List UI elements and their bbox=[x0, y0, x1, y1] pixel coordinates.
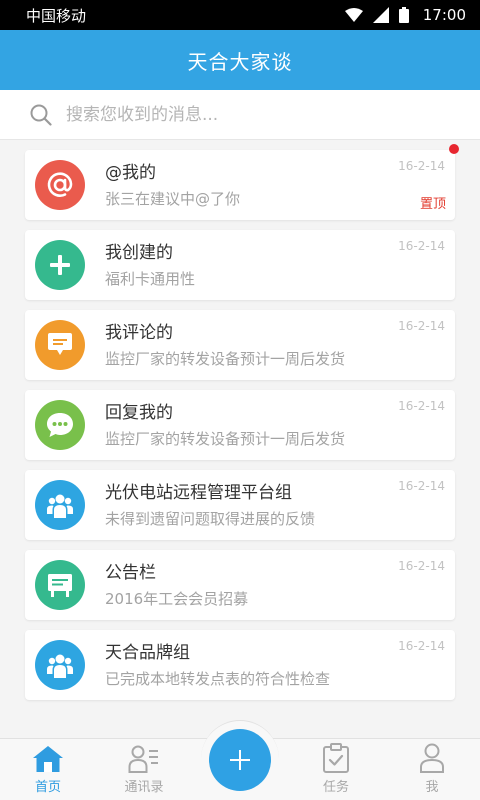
unread-dot bbox=[449, 144, 459, 154]
message-date: 16-2-14 bbox=[398, 639, 445, 653]
message-item-my-comments[interactable]: 我评论的 监控厂家的转发设备预计一周后发货 16-2-14 bbox=[25, 310, 455, 380]
plus-icon bbox=[50, 255, 70, 275]
message-title: @我的 bbox=[105, 162, 156, 183]
message-date: 16-2-14 bbox=[398, 319, 445, 333]
message-preview: 福利卡通用性 bbox=[105, 269, 196, 288]
group-icon bbox=[47, 494, 73, 518]
person-icon bbox=[420, 743, 444, 773]
plus-icon bbox=[230, 749, 250, 770]
comment-icon bbox=[48, 333, 72, 355]
message-title: 天合品牌组 bbox=[105, 642, 190, 663]
task-clipboard-icon bbox=[323, 743, 349, 773]
group-icon bbox=[47, 654, 73, 678]
wifi-icon bbox=[344, 8, 363, 22]
message-texts: 我评论的 监控厂家的转发设备预计一周后发货 bbox=[105, 322, 345, 369]
battery-icon bbox=[398, 7, 409, 23]
carrier-label: 中国移动 bbox=[26, 6, 87, 25]
tab-tasks[interactable]: 任务 bbox=[288, 739, 384, 800]
message-preview: 2016年工会会员招募 bbox=[105, 589, 249, 608]
message-item-my-created[interactable]: 我创建的 福利卡通用性 16-2-14 bbox=[25, 230, 455, 300]
at-icon bbox=[47, 172, 73, 197]
tab-contacts[interactable]: 通讯录 bbox=[96, 739, 192, 800]
tab-label: 我 bbox=[425, 780, 439, 795]
message-avatar bbox=[35, 320, 85, 370]
signal-icon bbox=[372, 7, 389, 23]
message-date: 16-2-14 bbox=[398, 159, 445, 173]
search-icon bbox=[30, 104, 52, 126]
message-item-replies-to-me[interactable]: 回复我的 监控厂家的转发设备预计一周后发货 16-2-14 bbox=[25, 390, 455, 460]
message-avatar bbox=[35, 160, 85, 210]
message-texts: 光伏电站远程管理平台组 未得到遗留问题取得进展的反馈 bbox=[105, 482, 315, 529]
message-texts: 我创建的 福利卡通用性 bbox=[105, 242, 195, 289]
message-date: 16-2-14 bbox=[398, 559, 445, 573]
page-title: 天合大家谈 bbox=[187, 49, 293, 74]
message-texts: 回复我的 监控厂家的转发设备预计一周后发货 bbox=[105, 402, 345, 449]
message-title: 我评论的 bbox=[105, 322, 173, 343]
status-right: 17:00 bbox=[344, 6, 466, 24]
message-item-brand-group[interactable]: 天合品牌组 已完成本地转发点表的符合性检查 16-2-14 bbox=[25, 630, 455, 700]
message-title: 我创建的 bbox=[105, 242, 173, 263]
message-preview: 监控厂家的转发设备预计一周后发货 bbox=[105, 429, 346, 448]
contacts-icon bbox=[128, 745, 158, 773]
search-bar[interactable] bbox=[0, 90, 480, 140]
compose-fab-button[interactable] bbox=[209, 728, 271, 791]
message-preview: 已完成本地转发点表的符合性检查 bbox=[105, 669, 331, 688]
message-date: 16-2-14 bbox=[398, 239, 445, 253]
bottom-tab-bar: 首页 通讯录 任务 我 bbox=[0, 720, 480, 800]
tab-label: 首页 bbox=[34, 780, 61, 795]
chat-bubble-icon bbox=[47, 413, 73, 437]
message-avatar bbox=[35, 400, 85, 450]
status-bar: 中国移动 17:00 bbox=[0, 0, 480, 30]
app-header: 天合大家谈 bbox=[0, 30, 480, 90]
message-avatar bbox=[35, 240, 85, 290]
tab-home[interactable]: 首页 bbox=[0, 739, 96, 800]
fab-container bbox=[201, 720, 279, 798]
message-item-pv-station-group[interactable]: 光伏电站远程管理平台组 未得到遗留问题取得进展的反馈 16-2-14 bbox=[25, 470, 455, 540]
message-item-at-me[interactable]: @我的 张三在建议中@了你 16-2-14 置顶 bbox=[25, 144, 459, 220]
message-avatar bbox=[35, 560, 85, 610]
pinned-label: 置顶 bbox=[419, 197, 446, 212]
message-title: 公告栏 bbox=[105, 562, 156, 583]
clock: 17:00 bbox=[422, 6, 466, 24]
status-icons bbox=[344, 7, 409, 23]
message-avatar bbox=[35, 480, 85, 530]
search-input[interactable] bbox=[66, 104, 446, 125]
message-list: @我的 张三在建议中@了你 16-2-14 置顶 我创建的 福利卡通用性 16-… bbox=[0, 140, 480, 700]
message-date: 16-2-14 bbox=[398, 479, 445, 493]
home-icon bbox=[33, 746, 63, 772]
message-preview: 未得到遗留问题取得进展的反馈 bbox=[105, 509, 316, 528]
message-title: 回复我的 bbox=[105, 402, 173, 423]
message-preview: 张三在建议中@了你 bbox=[105, 189, 241, 208]
bulletin-board-icon bbox=[48, 574, 72, 597]
tab-label: 任务 bbox=[322, 780, 349, 795]
message-preview: 监控厂家的转发设备预计一周后发货 bbox=[105, 349, 346, 368]
message-date: 16-2-14 bbox=[398, 399, 445, 413]
message-texts: @我的 张三在建议中@了你 bbox=[105, 162, 240, 209]
message-item-bulletin-board[interactable]: 公告栏 2016年工会会员招募 16-2-14 bbox=[25, 550, 455, 620]
message-texts: 天合品牌组 已完成本地转发点表的符合性检查 bbox=[105, 642, 330, 689]
tab-me[interactable]: 我 bbox=[384, 739, 480, 800]
tab-label: 通讯录 bbox=[124, 780, 164, 795]
message-texts: 公告栏 2016年工会会员招募 bbox=[105, 562, 248, 609]
message-title: 光伏电站远程管理平台组 bbox=[105, 482, 292, 503]
message-avatar bbox=[35, 640, 85, 690]
